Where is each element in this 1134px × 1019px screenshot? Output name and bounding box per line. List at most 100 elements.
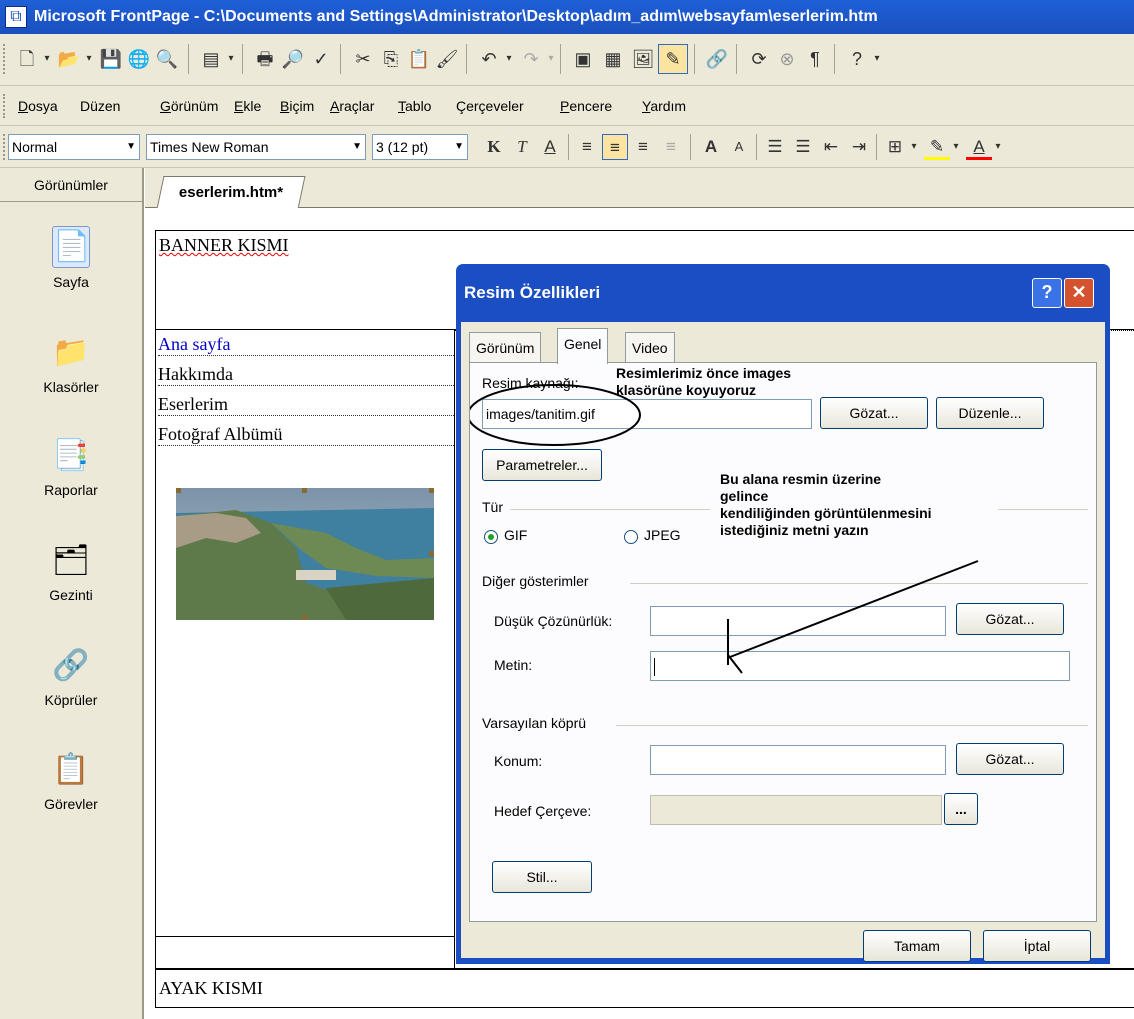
align-left-icon[interactable]: ≡ bbox=[574, 134, 600, 160]
view-page[interactable]: 📄 Sayfa bbox=[0, 216, 142, 316]
tab-eserlerim[interactable]: eserlerim.htm* bbox=[156, 176, 306, 209]
insert-table-icon[interactable]: ▦ bbox=[598, 44, 628, 74]
link-group-label: Varsayılan köprü bbox=[482, 715, 587, 731]
undo-dropdown-icon[interactable]: ▾ bbox=[502, 44, 516, 74]
menu-dosya[interactable]: Dosya bbox=[18, 86, 58, 126]
underline-icon[interactable]: A bbox=[538, 134, 562, 160]
resize-handle[interactable] bbox=[429, 488, 434, 493]
view-folders[interactable]: 📁 Klasörler bbox=[0, 323, 142, 423]
nav-link-ana-sayfa[interactable]: Ana sayfa bbox=[158, 334, 454, 356]
ok-button[interactable]: Tamam bbox=[863, 930, 971, 962]
menu-tablo[interactable]: Tablo bbox=[398, 86, 431, 126]
paste-icon[interactable]: 📋 bbox=[404, 44, 434, 74]
help-icon[interactable]: ? bbox=[842, 44, 872, 74]
format-painter-icon[interactable]: 🖌 bbox=[432, 44, 462, 74]
resize-handle[interactable] bbox=[176, 488, 181, 493]
style-select[interactable]: Normal ▼ bbox=[8, 134, 140, 160]
align-right-icon[interactable]: ≡ bbox=[630, 134, 656, 160]
redo-icon[interactable]: ↷ bbox=[516, 44, 546, 74]
view-reports[interactable]: 📑 Raporlar bbox=[0, 426, 142, 526]
font-color-dropdown-icon[interactable]: ▾ bbox=[992, 134, 1004, 160]
nav-link-eserlerim[interactable]: Eserlerim bbox=[158, 394, 454, 416]
toolbar-grip[interactable] bbox=[3, 44, 8, 74]
toggle-pane-icon[interactable]: ▤ bbox=[196, 44, 226, 74]
footer-cell[interactable]: AYAK KISMI bbox=[155, 968, 1134, 1008]
separator bbox=[876, 134, 877, 160]
pane-dropdown-icon[interactable]: ▾ bbox=[224, 44, 238, 74]
copy-icon[interactable]: ⎘ bbox=[376, 44, 406, 74]
close-button[interactable]: ✕ bbox=[1064, 278, 1094, 308]
tab-gorunum[interactable]: Görünüm bbox=[469, 332, 542, 363]
refresh-icon[interactable]: ⟳ bbox=[744, 44, 774, 74]
undo-icon[interactable]: ↶ bbox=[474, 44, 504, 74]
justify-icon[interactable]: ≡ bbox=[658, 134, 684, 160]
menu-grip[interactable] bbox=[3, 94, 8, 118]
new-dropdown-icon[interactable]: ▾ bbox=[40, 44, 54, 74]
location-input[interactable] bbox=[650, 745, 946, 775]
new-page-icon[interactable]: 🗋 bbox=[12, 44, 42, 74]
style-button[interactable]: Stil... bbox=[492, 861, 592, 893]
help-button[interactable]: ? bbox=[1032, 278, 1062, 308]
hyperlink-icon[interactable]: 🔗 bbox=[702, 44, 732, 74]
highlight-icon[interactable]: ✎ bbox=[924, 134, 950, 160]
menu-gorunum[interactable]: Görünüm bbox=[160, 86, 218, 126]
target-frame-button[interactable]: ... bbox=[944, 793, 978, 825]
tab-genel[interactable]: Genel bbox=[557, 328, 609, 364]
numbering-icon[interactable]: ☰ bbox=[762, 134, 788, 160]
increase-font-icon[interactable]: A bbox=[698, 134, 724, 160]
show-all-icon[interactable]: ¶ bbox=[800, 44, 830, 74]
menu-duzen[interactable]: Düzen bbox=[80, 86, 120, 126]
separator bbox=[188, 44, 189, 74]
increase-indent-icon[interactable]: ⇥ bbox=[846, 134, 872, 160]
italic-icon[interactable]: T bbox=[510, 134, 534, 160]
open-dropdown-icon[interactable]: ▾ bbox=[82, 44, 96, 74]
nav-cell[interactable]: Ana sayfa Hakkımda Eserlerim Fotoğraf Al… bbox=[155, 330, 455, 970]
frontpage-app-icon[interactable]: ⧉ bbox=[5, 6, 27, 28]
web-component-icon[interactable]: ▣ bbox=[568, 44, 598, 74]
menu-bicim[interactable]: Biçim bbox=[280, 86, 314, 126]
nav-link-hakkimda[interactable]: Hakkımda bbox=[158, 364, 454, 386]
cut-icon[interactable]: ✂ bbox=[348, 44, 378, 74]
font-size-select[interactable]: 3 (12 pt) ▼ bbox=[372, 134, 468, 160]
cancel-button[interactable]: İptal bbox=[983, 930, 1091, 962]
location-browse-button[interactable]: Gözat... bbox=[956, 743, 1064, 775]
decrease-font-icon[interactable]: A bbox=[726, 134, 752, 160]
menu-araclar[interactable]: Araçlar bbox=[330, 86, 374, 126]
borders-dropdown-icon[interactable]: ▾ bbox=[908, 134, 920, 160]
menu-pencere[interactable]: Pencere bbox=[560, 86, 612, 126]
search-icon[interactable]: 🔍 bbox=[152, 44, 182, 74]
save-icon[interactable]: 💾 bbox=[96, 44, 126, 74]
stop-icon[interactable]: ⊗ bbox=[772, 44, 802, 74]
menu-cerceveler[interactable]: Çerçeveler bbox=[456, 86, 524, 126]
font-color-icon[interactable]: A bbox=[966, 134, 992, 160]
borders-icon[interactable]: ⊞ bbox=[882, 134, 908, 160]
font-select[interactable]: Times New Roman ▼ bbox=[146, 134, 366, 160]
publish-icon[interactable]: 🌐 bbox=[124, 44, 154, 74]
menu-ekle[interactable]: Ekle bbox=[234, 86, 261, 126]
preview-icon[interactable]: 🔎 bbox=[278, 44, 308, 74]
insert-picture-icon[interactable]: 🖼 bbox=[628, 44, 658, 74]
redo-dropdown-icon[interactable]: ▾ bbox=[544, 44, 558, 74]
view-hyperlinks[interactable]: 🔗 Köprüler bbox=[0, 636, 142, 736]
decrease-indent-icon[interactable]: ⇤ bbox=[818, 134, 844, 160]
print-icon[interactable]: 🖶 bbox=[250, 44, 280, 74]
resize-handle[interactable] bbox=[302, 615, 307, 620]
open-icon[interactable]: 📂 bbox=[54, 44, 84, 74]
target-label: Hedef Çerçeve: bbox=[494, 803, 592, 819]
resize-handle[interactable] bbox=[429, 551, 434, 556]
view-navigation[interactable]: 🗂 Gezinti bbox=[0, 531, 142, 631]
annotation-arrow bbox=[470, 384, 979, 674]
tab-video[interactable]: Video bbox=[625, 332, 675, 363]
resize-handle[interactable] bbox=[302, 488, 307, 493]
bullets-icon[interactable]: ☰ bbox=[790, 134, 816, 160]
bold-icon[interactable]: K bbox=[482, 134, 506, 160]
view-tasks[interactable]: 📋 Görevler bbox=[0, 740, 142, 840]
highlight-dropdown-icon[interactable]: ▾ bbox=[950, 134, 962, 160]
menu-yardim[interactable]: Yardım bbox=[642, 86, 686, 126]
drawing-icon[interactable]: ✎ bbox=[658, 44, 688, 74]
spelling-icon[interactable]: ✓ bbox=[306, 44, 336, 74]
align-center-icon[interactable]: ≡ bbox=[602, 134, 628, 160]
toolbar-options-icon[interactable]: ▾ bbox=[870, 44, 884, 74]
nav-link-fotograf-albumu[interactable]: Fotoğraf Albümü bbox=[158, 424, 454, 446]
selected-picture[interactable] bbox=[176, 488, 434, 620]
